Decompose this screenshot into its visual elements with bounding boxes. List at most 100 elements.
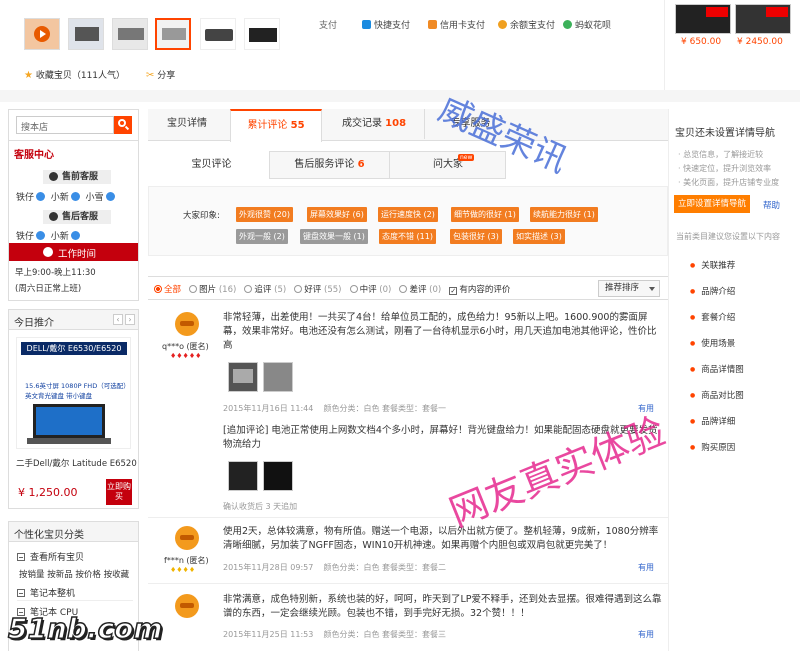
category-title: 个性化宝贝分类 [14, 530, 84, 541]
filter-good[interactable]: 好评 (55) [294, 285, 341, 295]
tab-transactions[interactable]: 成交记录 108 [326, 109, 422, 139]
radio-icon [349, 285, 358, 293]
aftersale-header: 售后客服 [43, 210, 111, 224]
next-icon[interactable]: › [125, 314, 135, 325]
impression-tag[interactable]: 如实描述 (3) [513, 229, 565, 244]
product-name[interactable]: 二手Dell/戴尔 Latitude E6520 [16, 457, 137, 469]
impression-tag[interactable]: 运行速度快 (2) [378, 207, 438, 222]
thumb-image[interactable] [112, 18, 148, 50]
review-append-meta: 确认收货后 3 天追加 [223, 502, 298, 511]
review-photo[interactable] [263, 461, 293, 491]
tab-reviews[interactable]: 累计评论 55 [230, 109, 322, 142]
thumb-video[interactable] [24, 18, 60, 50]
thumb-image[interactable] [68, 18, 104, 50]
review-photo[interactable] [228, 461, 258, 491]
collapse-icon [17, 553, 25, 561]
thumb-image[interactable] [244, 18, 280, 50]
filter-bad[interactable]: 差评 (0) [399, 285, 441, 295]
tab-detail[interactable]: 宝贝详情 [148, 109, 226, 139]
filter-all[interactable]: 全部 [154, 285, 181, 295]
help-link[interactable]: 帮助 [763, 199, 780, 211]
impression-tag[interactable]: 键盘效果一般 (1) [300, 229, 368, 244]
useful-link[interactable]: 有用 [638, 562, 654, 573]
impression-tag[interactable]: 续航能力很好 (1) [530, 207, 598, 222]
prev-icon[interactable]: ‹ [113, 314, 123, 325]
thumb-image-selected[interactable] [155, 18, 191, 50]
credit-card-icon [428, 20, 437, 29]
payment-credit: 信用卡支付 [428, 18, 485, 31]
wangwang-icon [36, 231, 46, 240]
nav-link[interactable]: 套餐介绍 [690, 311, 735, 323]
filter-pictures[interactable]: 图片 (16) [189, 285, 236, 295]
service-clock-icon [49, 212, 58, 221]
setup-nav-button[interactable]: 立即设置详情导航 [674, 195, 750, 213]
review-photo[interactable] [263, 362, 293, 392]
filter-has-content[interactable]: ✓ 有内容的评价 [449, 285, 510, 295]
radio-icon [189, 285, 198, 293]
thumb-image[interactable] [200, 18, 236, 50]
new-badge: new [458, 154, 475, 161]
nav-link[interactable]: 品牌详细 [690, 415, 735, 427]
radio-icon [154, 285, 162, 293]
radio-icon [399, 285, 408, 293]
agent-link[interactable]: 小新 [51, 192, 80, 203]
ant-icon [563, 20, 572, 29]
review-item: q***o (匿名) ♦♦♦♦♦ 非常轻薄，出差使用！一共买了4台！给单位员工配… [148, 306, 668, 518]
nav-link[interactable]: 关联推荐 [690, 259, 735, 271]
detail-nav-panel [668, 109, 800, 651]
search-button[interactable] [114, 116, 132, 134]
nav-link[interactable]: 商品详情图 [690, 363, 744, 375]
subtab-reviews[interactable]: 宝贝评论 [154, 151, 270, 179]
category-all[interactable]: 查看所有宝贝 [17, 550, 84, 563]
review-user: f***n (匿名) [164, 556, 209, 565]
yuebao-icon [498, 20, 507, 29]
recommend-price: ¥ 650.00 [681, 37, 722, 47]
subtab-aftersale[interactable]: 售后服务评论 6 [270, 151, 390, 179]
share-link[interactable]: ✂ 分享 [146, 68, 175, 81]
favorite-link[interactable]: ★ 收藏宝贝（111人气） [24, 68, 125, 81]
category-laptops[interactable]: 笔记本整机 [17, 586, 75, 599]
wangwang-icon [105, 192, 115, 201]
useful-link[interactable]: 有用 [638, 629, 654, 640]
impression-tag[interactable]: 包装很好 (3) [450, 229, 502, 244]
wangwang-icon [70, 231, 80, 240]
review-photo[interactable] [228, 362, 258, 392]
impression-tag[interactable]: 态度不错 (11) [379, 229, 436, 244]
subtab-ask[interactable]: 问大家 [390, 151, 506, 179]
impression-tag[interactable]: 外观很赞 (20) [236, 207, 293, 222]
recommend-image[interactable] [675, 4, 731, 34]
review-user: q***o (匿名) [162, 342, 209, 351]
impression-tag[interactable]: 外观一般 (2) [236, 229, 288, 244]
product-image[interactable]: DELL/戴尔 E6530/E6520 15.6英寸屏 1080P FHD（可选… [16, 337, 131, 449]
shop-search-input[interactable]: 搜本店 [16, 116, 114, 134]
agent-link[interactable]: 小新 [51, 231, 80, 242]
payment-huabei: 蚂蚁花呗 [563, 18, 611, 31]
radio-icon [294, 285, 303, 293]
filter-options: 全部 图片 (16) 追评 (5) 好评 (55) 中评 (0) 差评 (0) … [154, 283, 510, 295]
nav-link[interactable]: 使用场景 [690, 337, 735, 349]
review-item: f***n (匿名) ♦♦♦♦ 使用2天，总体较满意，物有所值。赠送一个电源，以… [148, 520, 668, 584]
impression-tag[interactable]: 屏幕效果好 (6) [307, 207, 367, 222]
filter-neutral[interactable]: 中评 (0) [349, 285, 391, 295]
review-meta: 2015年11月25日 11:53 颜色分类：白色 套餐类型：套餐三 [223, 630, 447, 639]
nav-link[interactable]: 商品对比图 [690, 389, 744, 401]
user-rank-icon: ♦♦♦♦ [170, 566, 196, 574]
payment-label: 支付 [319, 21, 338, 31]
work-hours: 早上9:00-晚上11:30 [15, 268, 96, 278]
agent-link[interactable]: 铁仔 [16, 192, 46, 203]
avatar [175, 526, 199, 550]
recommend-image[interactable] [735, 4, 791, 34]
agent-link[interactable]: 小雪 [86, 192, 115, 203]
service-panel: 搜本店 客服中心 售前客服 铁仔 小新 小雪 售后客服 铁仔 小新 工作时间 早… [8, 109, 139, 301]
chevron-down-icon [649, 287, 655, 291]
buy-now-button[interactable]: 立即购买 [106, 479, 132, 505]
quick-pay-icon [362, 20, 371, 29]
category-sort-links[interactable]: 按销量 按新品 按价格 按收藏 [19, 568, 129, 580]
agent-link[interactable]: 铁仔 [16, 231, 46, 242]
filter-append[interactable]: 追评 (5) [244, 285, 286, 295]
avatar [175, 312, 199, 336]
nav-link[interactable]: 购买原因 [690, 441, 735, 453]
sort-dropdown[interactable]: 推荐排序 [598, 280, 660, 297]
impression-tag[interactable]: 细节做的很好 (1) [451, 207, 519, 222]
nav-link[interactable]: 品牌介绍 [690, 285, 735, 297]
